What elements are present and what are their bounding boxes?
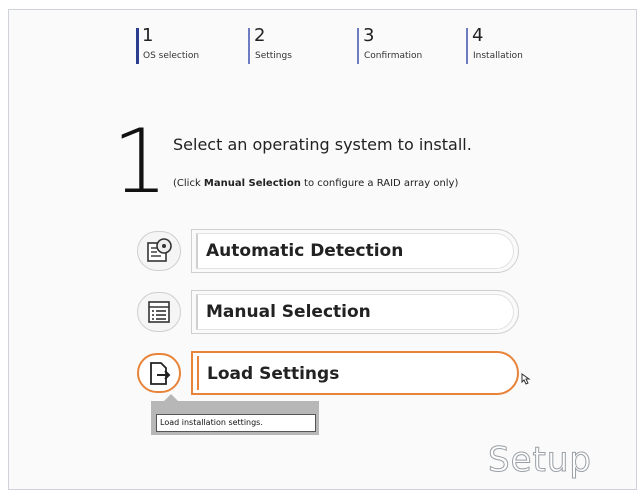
- hint-bold: Manual Selection: [203, 178, 301, 189]
- step-label: Installation: [473, 51, 523, 61]
- step-number: 4: [472, 25, 484, 46]
- step-label: Settings: [255, 51, 292, 61]
- instruction-text: (Click Manual Selection to configure a R…: [173, 178, 458, 189]
- option-pill: Load Settings: [191, 351, 519, 395]
- hint-suffix: to configure a RAID array only): [300, 178, 459, 189]
- step-number: 2: [254, 25, 266, 46]
- step-marker: [136, 28, 139, 64]
- option-pill: Manual Selection: [191, 290, 519, 334]
- option-label: Manual Selection: [206, 302, 371, 322]
- hand-pointer-icon: [519, 371, 533, 390]
- tooltip: Load installation settings.: [156, 414, 316, 432]
- step-number: 1: [142, 25, 154, 46]
- step-marker: [248, 28, 250, 64]
- step-number: 3: [363, 25, 375, 46]
- current-step-number: 1: [112, 110, 168, 213]
- load-file-icon: [137, 353, 181, 393]
- step-marker: [466, 28, 468, 64]
- setup-logo: Setup: [488, 440, 592, 481]
- step-indicator: 1 OS selection 2 Settings 3 Confirmation…: [136, 26, 576, 70]
- step-label: OS selection: [143, 51, 200, 61]
- option-label: Automatic Detection: [206, 241, 404, 261]
- page-title: Select an operating system to install.: [173, 135, 472, 154]
- step-marker: [357, 28, 359, 64]
- option-label: Load Settings: [207, 364, 340, 384]
- step-label: Confirmation: [364, 51, 423, 61]
- disc-detect-icon: [137, 231, 181, 271]
- hint-prefix: (Click: [173, 178, 204, 189]
- option-pill: Automatic Detection: [191, 229, 519, 273]
- list-icon: [137, 292, 181, 332]
